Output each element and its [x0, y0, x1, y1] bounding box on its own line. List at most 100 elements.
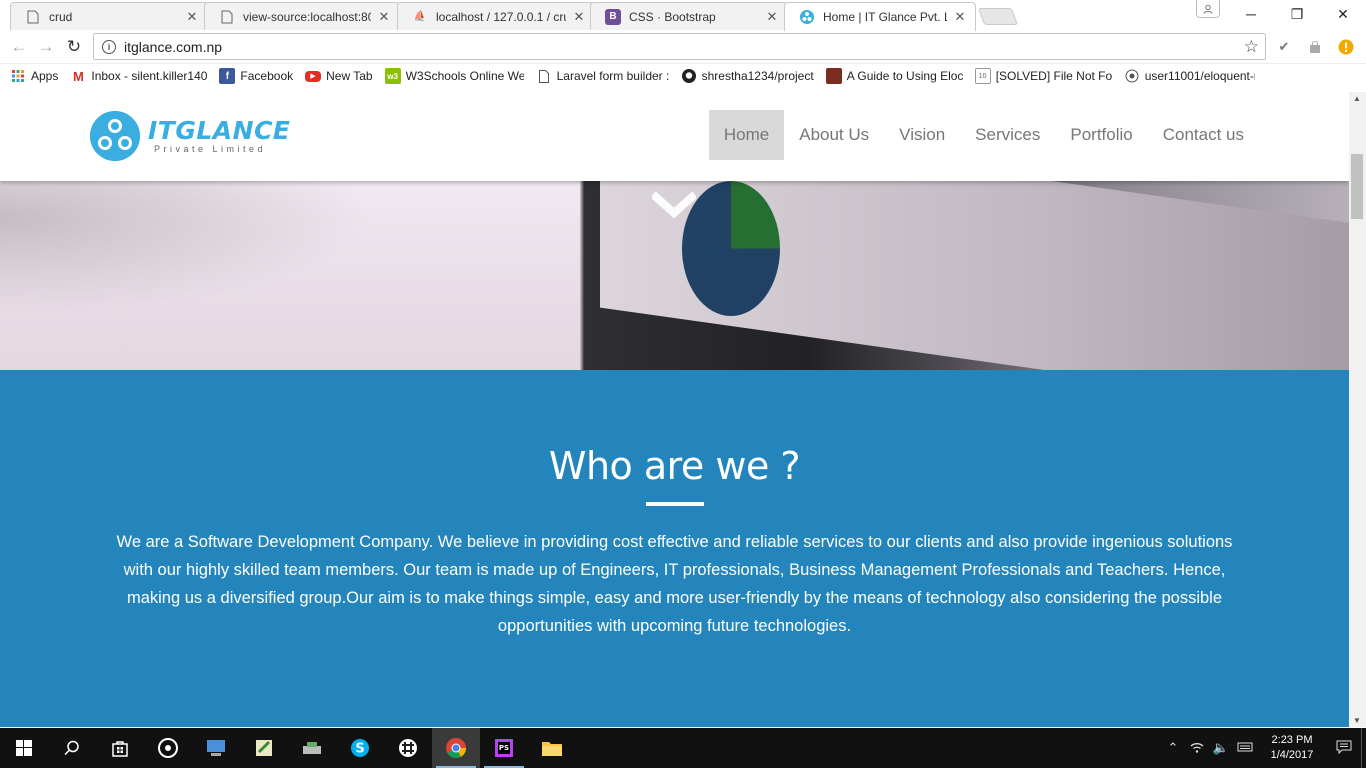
search-icon[interactable]	[48, 728, 96, 768]
phpmyadmin-icon: ⛵	[413, 11, 427, 22]
profile-icon[interactable]	[1196, 0, 1220, 18]
page-icon	[536, 68, 552, 84]
heading-underline	[645, 502, 704, 506]
address-bar[interactable]: i itglance.com.np ☆	[93, 33, 1266, 60]
minimize-icon[interactable]: ─	[1228, 0, 1274, 28]
reload-icon[interactable]: ↻	[63, 36, 85, 58]
bookmark-solved[interactable]: 10 [SOLVED] File Not Fou	[974, 68, 1112, 84]
tab-strip: crud ✕ view-source:localhost:80( ✕ ⛵ loc…	[0, 0, 1366, 31]
tab-title: Home | IT Glance Pvt. Ltd	[823, 10, 947, 24]
logo-tagline: Private Limited	[154, 144, 267, 154]
show-desktop-button[interactable]	[1361, 728, 1366, 768]
start-icon[interactable]	[0, 728, 48, 768]
svg-text:PS: PS	[499, 744, 509, 752]
bookmark-apps[interactable]: Apps	[10, 68, 58, 84]
volume-icon[interactable]: 🔈	[1209, 740, 1233, 756]
itglance-icon	[799, 9, 815, 25]
forward-icon[interactable]: →	[35, 36, 57, 58]
nav-home[interactable]: Home	[708, 110, 785, 160]
nav-vision[interactable]: Vision	[884, 110, 960, 160]
phpstorm-icon[interactable]: PS	[480, 728, 528, 768]
site-header: ITGLANCE Private Limited Home About Us V…	[0, 92, 1349, 181]
taskbar-clock[interactable]: 2:23 PM 1/4/2017	[1257, 733, 1327, 763]
nav-portfolio[interactable]: Portfolio	[1055, 110, 1147, 160]
bookmark-github[interactable]: shrestha1234/project	[681, 68, 814, 84]
tab-crud[interactable]: crud ✕	[10, 2, 208, 30]
svg-text:S: S	[355, 742, 364, 757]
page-icon	[25, 9, 41, 25]
wifi-icon[interactable]	[1185, 740, 1209, 757]
close-icon[interactable]: ✕	[572, 9, 586, 25]
desktop-icon[interactable]	[192, 728, 240, 768]
bookmark-user11001[interactable]: user11001/eloquent-r	[1124, 68, 1255, 84]
close-icon[interactable]: ✕	[185, 9, 199, 25]
logo-name: ITGLANCE	[148, 116, 291, 145]
close-icon[interactable]: ✕	[765, 9, 779, 25]
page-scrollbar[interactable]: ▲ ▼	[1349, 92, 1366, 727]
chevron-down-icon[interactable]	[652, 191, 696, 221]
tab-title: view-source:localhost:80(	[243, 9, 371, 24]
system-tray: ⌃ 🔈 2:23 PM 1/4/2017	[1161, 728, 1366, 768]
tab-bootstrap[interactable]: B CSS · Bootstrap ✕	[590, 2, 788, 30]
scroll-up-icon[interactable]: ▲	[1353, 94, 1361, 103]
bookmark-star-icon[interactable]: ☆	[1244, 37, 1259, 57]
tool-icon[interactable]	[288, 728, 336, 768]
about-body: We are a Software Development Company. W…	[116, 533, 1233, 635]
nav-about-us[interactable]: About Us	[784, 110, 884, 160]
bookmarks-bar: Apps M Inbox - silent.killer140 f Facebo…	[0, 64, 1366, 88]
nav-contact-us[interactable]: Contact us	[1148, 110, 1259, 160]
warning-menu-icon[interactable]	[1336, 37, 1356, 57]
nav-services[interactable]: Services	[960, 110, 1055, 160]
bag-extension-icon[interactable]	[1305, 37, 1325, 57]
restore-icon[interactable]: ❐	[1274, 0, 1320, 28]
bookmark-new-tab[interactable]: ▶ New Tab	[305, 69, 373, 83]
site-icon	[1124, 68, 1140, 84]
keyboard-icon[interactable]	[1233, 741, 1257, 756]
close-window-icon[interactable]: ✕	[1320, 0, 1366, 28]
github-icon	[681, 68, 697, 84]
tab-phpmyadmin[interactable]: ⛵ localhost / 127.0.0.1 / cru ✕	[397, 2, 595, 30]
groove-icon[interactable]	[144, 728, 192, 768]
bookmark-gmail[interactable]: M Inbox - silent.killer140	[70, 68, 207, 84]
site-icon: 10	[974, 68, 991, 84]
scrollbar-thumb[interactable]	[1351, 154, 1363, 219]
clock-time: 2:23 PM	[1271, 734, 1313, 746]
info-icon[interactable]: i	[102, 39, 116, 54]
notepad-icon[interactable]	[240, 728, 288, 768]
skype-icon[interactable]: S	[336, 728, 384, 768]
apps-grid-icon	[10, 68, 26, 84]
tab-itglance[interactable]: Home | IT Glance Pvt. Ltd ✕	[784, 2, 976, 31]
about-section: Who are we ? We are a Software Developme…	[0, 370, 1349, 727]
scroll-down-icon[interactable]: ▼	[1353, 716, 1361, 725]
page-icon	[219, 9, 235, 25]
bootstrap-icon: B	[605, 8, 621, 25]
bookmark-w3schools[interactable]: w3 W3Schools Online We	[384, 68, 524, 84]
file-explorer-icon[interactable]	[528, 728, 576, 768]
bookmark-eloquent-guide[interactable]: A Guide to Using Eloc	[825, 68, 963, 84]
back-icon[interactable]: ←	[8, 36, 30, 58]
notifications-icon[interactable]	[1327, 740, 1361, 757]
site-icon	[825, 68, 842, 84]
chrome-icon[interactable]	[432, 728, 480, 768]
store-icon[interactable]	[96, 728, 144, 768]
checkmark-extension-icon[interactable]: ✔	[1274, 37, 1294, 57]
about-heading: Who are we ?	[548, 444, 801, 488]
close-icon[interactable]: ✕	[953, 9, 967, 25]
site-logo[interactable]: ITGLANCE Private Limited	[90, 110, 305, 162]
browser-toolbar: ← → ↻ i itglance.com.np ☆ ✔	[0, 30, 1366, 64]
facebook-icon: f	[219, 68, 236, 84]
close-icon[interactable]: ✕	[377, 9, 391, 25]
hero-image	[0, 181, 1349, 370]
slack-icon[interactable]	[384, 728, 432, 768]
tab-title: CSS · Bootstrap	[629, 9, 716, 24]
tab-view-source[interactable]: view-source:localhost:80( ✕	[204, 2, 400, 30]
bookmark-facebook[interactable]: f Facebook	[219, 68, 293, 84]
page-viewport: ITGLANCE Private Limited Home About Us V…	[0, 92, 1349, 727]
new-tab-button[interactable]	[977, 8, 1019, 25]
clock-date: 1/4/2017	[1270, 749, 1314, 761]
url-text[interactable]: itglance.com.np	[124, 39, 1244, 55]
gmail-icon: M	[72, 68, 84, 84]
chevron-up-icon[interactable]: ⌃	[1161, 740, 1185, 756]
bookmark-laravel[interactable]: Laravel form builder :	[536, 68, 669, 84]
tab-title: localhost / 127.0.0.1 / cru	[436, 9, 566, 24]
